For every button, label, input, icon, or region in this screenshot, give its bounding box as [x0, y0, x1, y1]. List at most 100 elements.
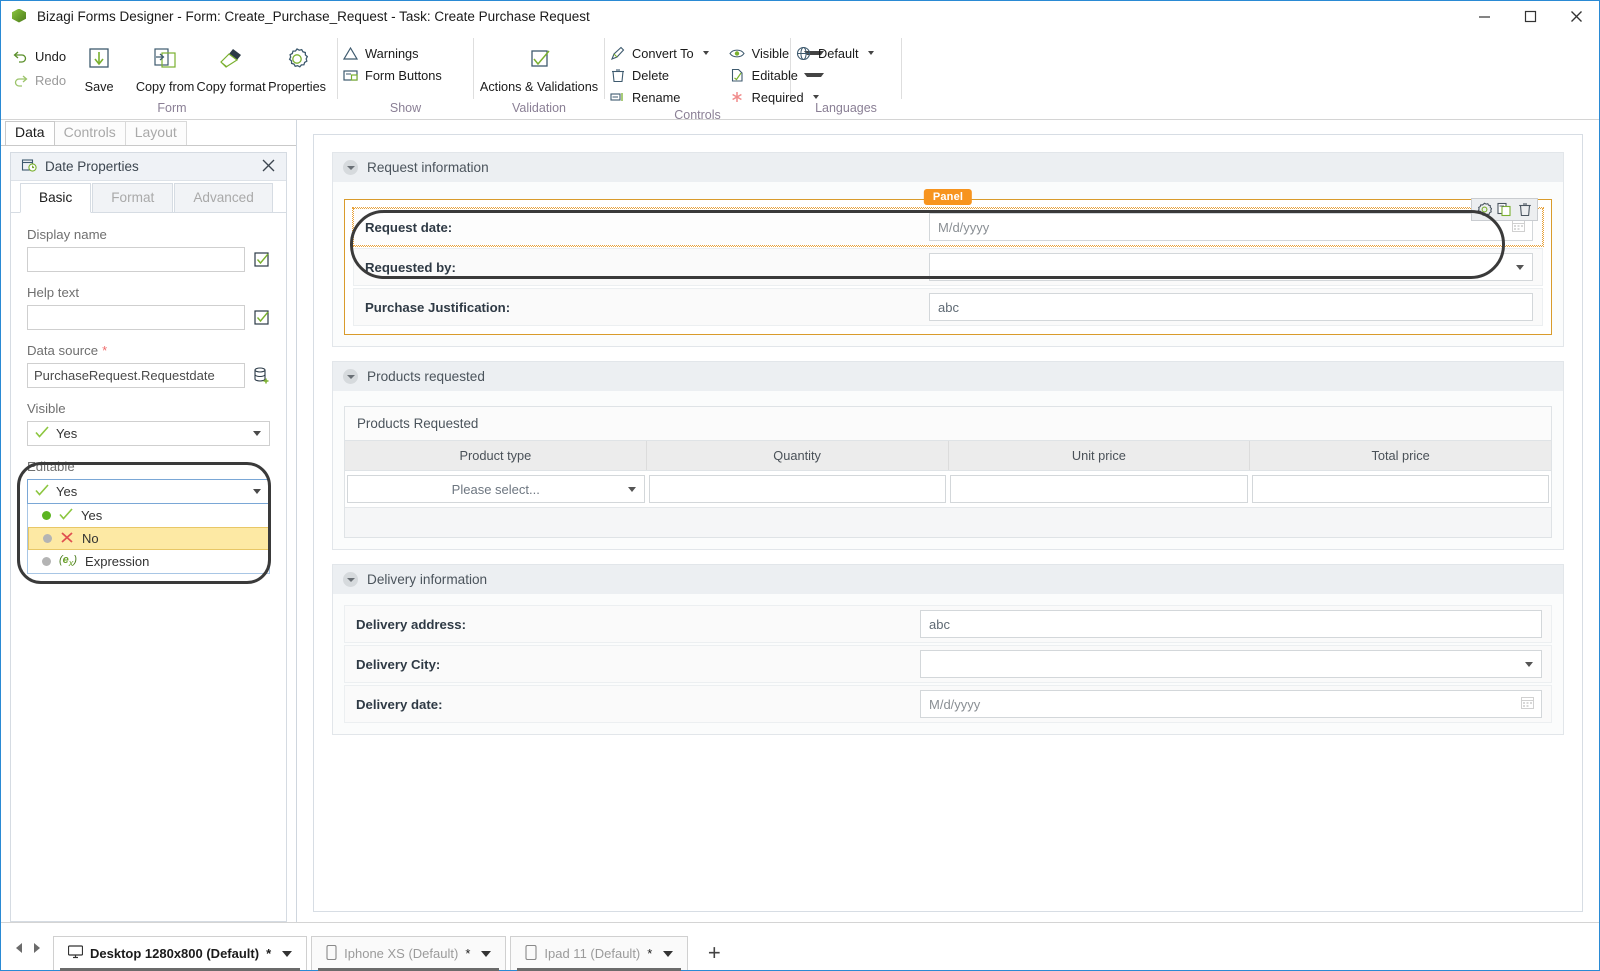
section-header-products-requested[interactable]: Products requested: [332, 361, 1564, 391]
data-source-input[interactable]: PurchaseRequest.Requestdate: [27, 363, 245, 388]
form-row-purchase-justification[interactable]: Purchase Justification: abc: [353, 288, 1543, 326]
properties-body: Display name Help text Data source * Pur…: [11, 213, 286, 921]
maximize-icon[interactable]: [1507, 1, 1553, 32]
calendar-icon[interactable]: [1521, 696, 1534, 712]
duplicate-icon[interactable]: [1497, 202, 1512, 217]
total-price-input[interactable]: [1251, 475, 1549, 503]
section-body-request-information: Panel Request date: M/d/yyyy Requested b…: [332, 182, 1564, 347]
visible-combo[interactable]: Yes: [27, 421, 270, 446]
form-row-delivery-date[interactable]: Delivery date: M/d/yyyy: [344, 685, 1552, 723]
form-row-requested-by[interactable]: Requested by:: [353, 248, 1543, 286]
column-header-quantity: Quantity: [647, 441, 949, 470]
requested-by-dropdown[interactable]: [929, 253, 1533, 281]
trash-icon[interactable]: [1517, 202, 1532, 217]
form-row-request-date[interactable]: Request date: M/d/yyyy: [352, 198, 1544, 247]
editable-option-no[interactable]: No: [28, 527, 269, 550]
chevron-down-icon: [253, 431, 261, 436]
unit-price-input[interactable]: [950, 475, 1248, 503]
column-header-unit-price: Unit price: [949, 441, 1251, 470]
panel-container[interactable]: Panel Request date: M/d/yyyy Requested b…: [344, 189, 1552, 335]
subtab-format[interactable]: Format: [92, 183, 174, 212]
radio-selected-icon: [42, 511, 51, 520]
delivery-address-label: Delivery address:: [356, 616, 466, 632]
editable-option-yes[interactable]: Yes: [28, 504, 269, 527]
next-arrow-icon[interactable]: [31, 941, 43, 958]
editable-combo[interactable]: Yes: [27, 479, 270, 504]
rename-icon: [609, 89, 626, 106]
form-buttons-button[interactable]: Form Buttons: [338, 64, 450, 86]
products-grid-title: Products Requested: [345, 407, 1551, 440]
subtab-advanced[interactable]: Advanced: [174, 183, 273, 212]
device-tab-iphone[interactable]: Iphone XS (Default) *: [311, 936, 507, 971]
undo-redo-stack: Undo Redo: [7, 36, 66, 92]
copy-format-button[interactable]: Copy format: [197, 36, 266, 94]
section-header-request-information[interactable]: Request information: [332, 152, 1564, 182]
subtab-basic[interactable]: Basic: [20, 183, 92, 213]
actions-validations-button[interactable]: Actions & Validations: [476, 36, 602, 94]
request-date-input[interactable]: M/d/yyyy: [929, 213, 1533, 241]
cell-quantity: [647, 475, 949, 503]
editable-option-expression[interactable]: (ex) Expression: [28, 550, 269, 573]
undo-button[interactable]: Undo: [13, 44, 66, 68]
close-icon[interactable]: [1553, 1, 1599, 32]
device-tab-ipad-modified: *: [647, 946, 653, 961]
close-icon[interactable]: [259, 158, 278, 176]
chevron-down-icon: [627, 487, 636, 492]
purchase-justification-input[interactable]: abc: [929, 293, 1533, 321]
form-row-delivery-city[interactable]: Delivery City:: [344, 645, 1552, 683]
properties-button[interactable]: Properties: [264, 36, 330, 94]
control-actions-toolbar[interactable]: [1471, 198, 1538, 221]
device-tab-ipad[interactable]: Ipad 11 (Default) *: [510, 936, 689, 971]
device-tab-desktop-label: Desktop 1280x800 (Default): [90, 946, 260, 961]
chevron-down-icon[interactable]: [343, 160, 358, 175]
convert-to-label: Convert To: [632, 45, 694, 61]
show-stack: Warnings Form Buttons: [338, 36, 450, 86]
chevron-down-icon[interactable]: [343, 369, 358, 384]
delete-button[interactable]: Delete: [605, 64, 717, 86]
section-body-delivery-information: Delivery address: abc Delivery City: Del…: [332, 594, 1564, 735]
ribbon-group-label-show: Show: [389, 101, 422, 115]
chevron-down-icon[interactable]: [481, 950, 492, 957]
warnings-button[interactable]: Warnings: [338, 42, 450, 64]
panel-tag-badge: Panel: [923, 189, 973, 205]
check-box-icon[interactable]: [253, 309, 270, 327]
redo-button[interactable]: Redo: [13, 68, 66, 92]
languages-stack: Default: [791, 36, 882, 64]
prev-arrow-icon[interactable]: [13, 941, 25, 958]
gear-icon[interactable]: [1477, 202, 1492, 217]
chevron-down-icon[interactable]: [282, 950, 293, 957]
tab-controls[interactable]: Controls: [53, 121, 126, 145]
help-text-input[interactable]: [27, 305, 245, 330]
add-device-tab-button[interactable]: +: [692, 936, 736, 970]
actions-validations-label: Actions & Validations: [479, 80, 599, 94]
field-help-text: Help text: [27, 285, 270, 330]
calendar-icon[interactable]: [1512, 219, 1525, 235]
tab-data[interactable]: Data: [5, 121, 55, 145]
copy-from-button[interactable]: Copy from: [132, 36, 198, 94]
product-type-dropdown[interactable]: Please select...: [347, 475, 645, 503]
display-name-input[interactable]: [27, 247, 245, 272]
chevron-down-icon: [1516, 265, 1524, 270]
quantity-input[interactable]: [648, 475, 946, 503]
minimize-icon[interactable]: [1461, 1, 1507, 32]
convert-to-button[interactable]: Convert To: [605, 42, 717, 64]
form-row-delivery-address[interactable]: Delivery address: abc: [344, 605, 1552, 643]
request-date-label: Request date:: [365, 219, 453, 235]
device-tab-desktop[interactable]: Desktop 1280x800 (Default) *: [53, 936, 308, 971]
chevron-down-icon[interactable]: [663, 950, 674, 957]
chevron-down-icon[interactable]: [343, 572, 358, 587]
delivery-address-input[interactable]: abc: [920, 610, 1542, 638]
save-button[interactable]: Save: [66, 36, 132, 94]
section-header-delivery-information[interactable]: Delivery information: [332, 564, 1564, 594]
delivery-city-dropdown[interactable]: [920, 650, 1542, 678]
default-language-button[interactable]: Default: [791, 42, 882, 64]
section-title: Request information: [367, 160, 489, 175]
rename-button[interactable]: Rename: [605, 86, 717, 108]
ribbon-group-label-validation: Validation: [512, 101, 566, 115]
check-box-icon[interactable]: [253, 251, 270, 269]
delivery-date-input[interactable]: M/d/yyyy: [920, 690, 1542, 718]
database-add-icon[interactable]: [253, 366, 270, 385]
tab-layout[interactable]: Layout: [124, 121, 187, 145]
delivery-date-placeholder: M/d/yyyy: [929, 696, 981, 712]
date-properties-card: Date Properties Basic Format Advanced Di…: [10, 152, 287, 922]
